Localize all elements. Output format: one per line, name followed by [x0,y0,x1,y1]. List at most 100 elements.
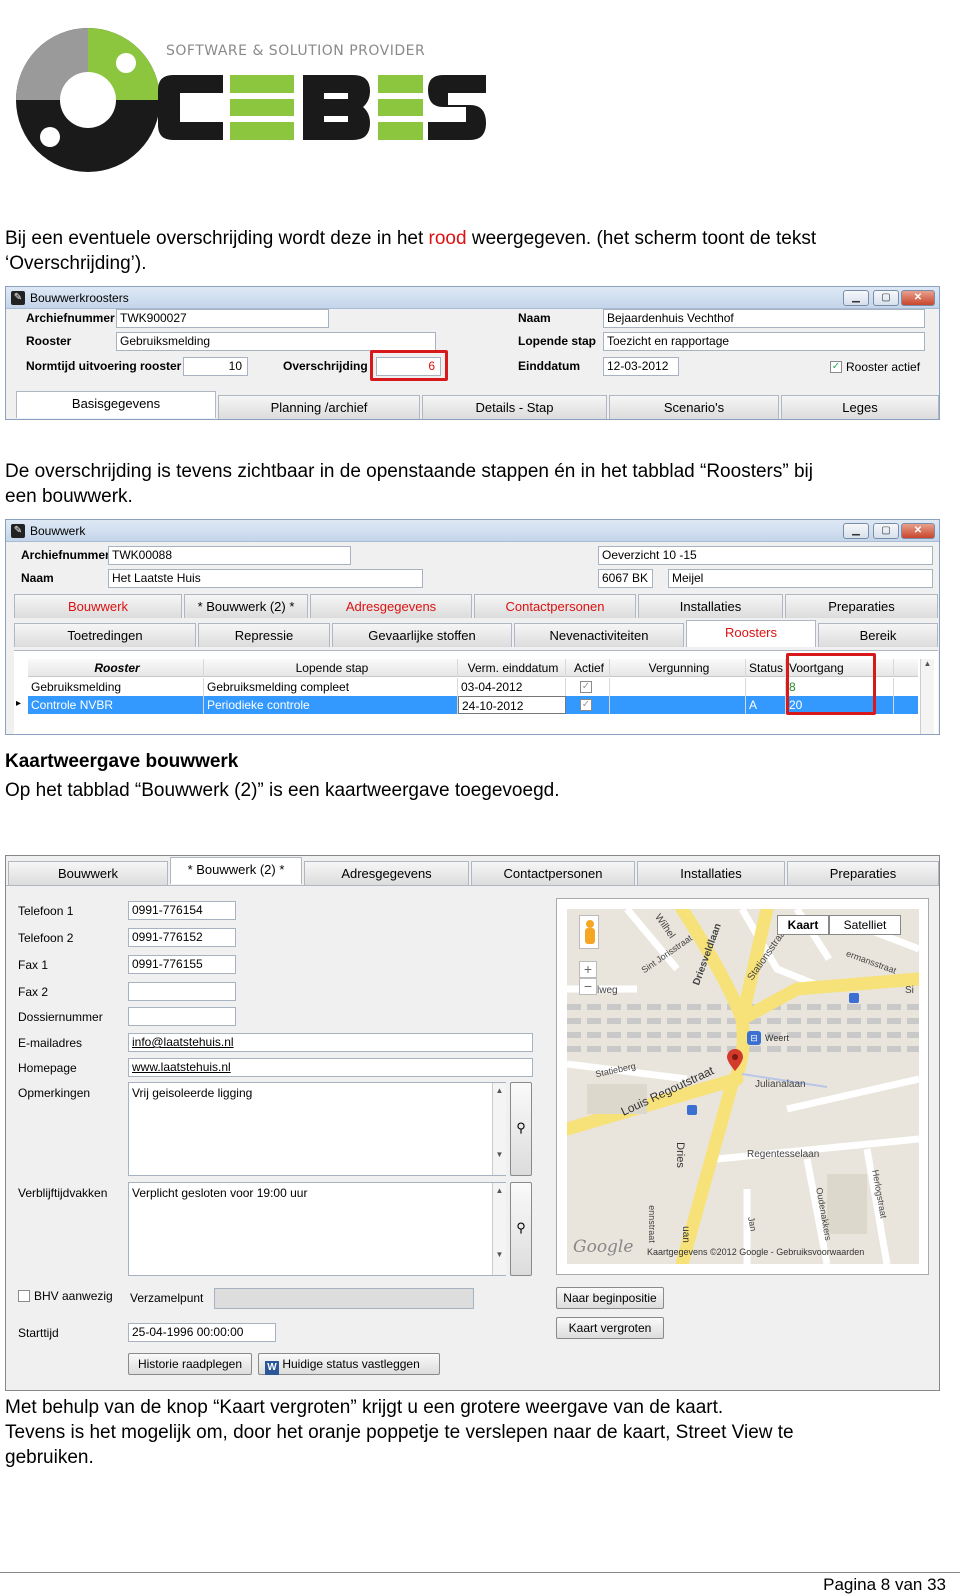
map-view[interactable]: Wilhel Sint Jorisstraat Driesveldlaan St… [567,909,919,1264]
roosters-grid: Rooster Lopende stap Verm. einddatum Act… [14,650,938,734]
tab-bouwwerk-2[interactable]: * Bouwwerk (2) * [170,857,302,884]
tab-contactpersonen[interactable]: Contactpersonen [471,861,635,885]
tab-roosters[interactable]: Roosters [686,620,816,647]
grid-scrollbar[interactable]: ▲ [920,659,934,734]
naar-beginpositie-button[interactable]: Naar beginpositie [556,1287,664,1309]
tab-contactpersonen[interactable]: Contactpersonen [474,594,636,618]
tab-toetredingen[interactable]: Toetredingen [14,623,196,647]
map-label: ennstraat [646,1205,657,1243]
col-verm-einddatum[interactable]: Verm. einddatum [458,659,566,677]
label-dossiernummer: Dossiernummer [18,1010,103,1024]
datum-editor[interactable]: 24-10-2012 [458,696,566,714]
maximize-button[interactable]: ▢ [873,523,899,539]
tab-gevaarlijke-stoffen[interactable]: Gevaarlijke stoffen [332,623,512,647]
telefoon-1-field[interactable]: 0991-776154 [128,901,236,920]
checkmark-icon: ✓ [580,699,592,711]
naam-field[interactable]: Bejaardenhuis Vechthof [603,309,925,328]
cebes-logo: SOFTWARE & SOLUTION PROVIDER [8,5,488,200]
tab-adresgegevens[interactable]: Adresgegevens [304,861,469,885]
opmerkingen-zoom-button[interactable]: ⚲ [510,1082,532,1176]
label-archiefnummer: Archiefnummer [26,311,115,325]
label-archiefnummer: Archiefnummer [21,548,110,562]
window-bouwwerk-2: Bouwwerk * Bouwwerk (2) * Adresgegevens … [5,855,940,1391]
tab-preparaties[interactable]: Preparaties [785,594,938,618]
tab-leges[interactable]: Leges [781,395,939,419]
minimize-button[interactable]: ▁ [843,290,869,306]
street-view-pegman-icon[interactable] [579,915,599,949]
map-type-satelliet-button[interactable]: Satelliet [829,915,901,935]
rooster-field[interactable]: Gebruiksmelding [116,332,436,351]
tab-nevenactiviteiten[interactable]: Nevenactiviteiten [514,623,684,647]
tab-bouwwerk[interactable]: Bouwwerk [8,861,168,885]
map-label: uan [679,1226,691,1243]
tab-repressie[interactable]: Repressie [198,623,330,647]
verzamelpunt-field[interactable] [214,1288,474,1309]
verblijftijdvakken-zoom-button[interactable]: ⚲ [510,1182,532,1276]
col-vergunning[interactable]: Vergunning [610,659,746,677]
historie-raadplegen-button[interactable]: Historie raadplegen [128,1353,252,1375]
huidige-status-vastleggen-button[interactable]: W Huidige status vastleggen [258,1353,440,1375]
app-icon: ✎ [11,524,25,538]
lopende-stap-field[interactable]: Toezicht en rapportage [603,332,925,351]
tab-scenarios[interactable]: Scenario's [609,395,779,419]
einddatum-field[interactable]: 12-03-2012 [603,357,679,376]
rooster-actief-checkbox[interactable]: ✓ [830,361,842,373]
label-rooster: Rooster [26,334,72,348]
homepage-field[interactable]: www.laatstehuis.nl [128,1058,533,1077]
tab-installaties[interactable]: Installaties [637,861,785,885]
col-actief[interactable]: Actief [566,659,610,677]
close-button[interactable]: ✕ [901,290,935,306]
grid-header: Rooster Lopende stap Verm. einddatum Act… [28,659,918,677]
tab-details-stap[interactable]: Details - Stap [422,395,607,419]
map-attribution[interactable]: Kaartgegevens ©2012 Google - Gebruiksvoo… [647,1247,864,1257]
highlight-overschrijding [370,350,448,381]
archiefnummer-field[interactable]: TWK00088 [108,546,351,565]
tab-bouwwerk-2[interactable]: * Bouwwerk (2) * [184,594,308,618]
tab-installaties[interactable]: Installaties [638,594,783,618]
fax-1-field[interactable]: 0991-776155 [128,955,236,974]
label-fax-1: Fax 1 [18,958,49,972]
actief-checkbox[interactable]: ✓ [566,696,610,714]
opmerkingen-scrollbar[interactable]: ▲ ▼ [492,1083,506,1175]
tab-bouwwerk[interactable]: Bouwwerk [14,594,182,618]
tab-bereik[interactable]: Bereik [818,623,938,647]
label-starttijd: Starttijd [18,1326,59,1340]
opmerkingen-textarea[interactable]: Vrij geisoleerde ligging [128,1082,506,1176]
tab-adresgegevens[interactable]: Adresgegevens [310,594,472,618]
postcode-field[interactable]: 6067 BK [598,569,653,588]
normtijd-field[interactable]: 10 [183,357,248,376]
naam-field[interactable]: Het Laatste Huis [108,569,423,588]
col-status[interactable]: Status [746,659,786,677]
table-row-selected[interactable]: Controle NVBR Periodieke controle 24-10-… [28,696,918,714]
tab-basisgegevens[interactable]: Basisgegevens [16,391,216,418]
verblijftijdvakken-scrollbar[interactable]: ▲ ▼ [492,1183,506,1275]
zoom-in-button[interactable]: + [579,961,597,978]
fax-2-field[interactable] [128,982,236,1001]
archiefnummer-field[interactable]: TWK900027 [116,309,329,328]
col-lopende-stap[interactable]: Lopende stap [204,659,458,677]
label-opmerkingen: Opmerkingen [18,1086,91,1100]
minimize-button[interactable]: ▁ [843,523,869,539]
adres-field[interactable]: Oeverzicht 10 -15 [598,546,933,565]
section-text: Op het tabblad “Bouwwerk (2)” is een kaa… [5,780,560,801]
dossiernummer-field[interactable] [128,1007,236,1026]
e-mailadres-field[interactable]: info@laatstehuis.nl [128,1033,533,1052]
paragraph-roosters: De overschrijding is tevens zichtbaar in… [5,461,813,507]
map-pin-icon[interactable] [727,1049,743,1071]
verblijftijdvakken-textarea[interactable]: Verplicht gesloten voor 19:00 uur [128,1182,506,1276]
maximize-button[interactable]: ▢ [873,290,899,306]
map-type-kaart-button[interactable]: Kaart [777,915,829,935]
tab-planning-archief[interactable]: Planning /archief [218,395,420,419]
zoom-out-button[interactable]: − [579,978,597,995]
tab-preparaties[interactable]: Preparaties [787,861,939,885]
bhv-aanwezig-checkbox[interactable] [18,1290,30,1302]
window-title: Bouwwerk [30,524,86,538]
col-rooster[interactable]: Rooster [28,659,204,677]
plaats-field[interactable]: Meijel [668,569,933,588]
close-button[interactable]: ✕ [901,523,935,539]
starttijd-field[interactable]: 25-04-1996 00:00:00 [128,1323,276,1342]
actief-checkbox[interactable]: ✓ [566,678,610,696]
telefoon-2-field[interactable]: 0991-776152 [128,928,236,947]
kaart-vergroten-button[interactable]: Kaart vergroten [556,1317,664,1339]
table-row[interactable]: Gebruiksmelding Gebruiksmelding compleet… [28,678,918,696]
